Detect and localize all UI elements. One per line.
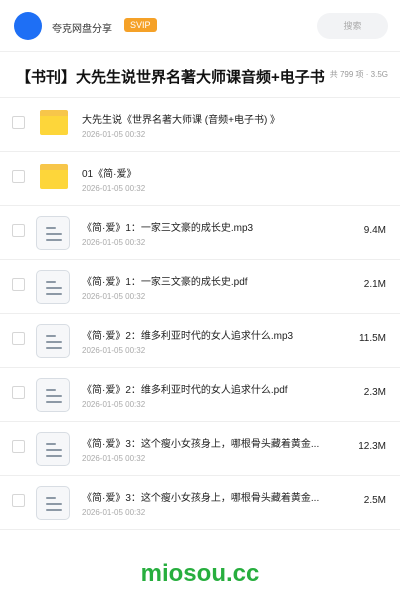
top-bar: 夸克网盘分享 SVIP 搜索 — [0, 0, 400, 52]
share-title-bar: 【书刊】大先生说世界名著大师课音频+电子书 共 799 项 · 3.5G — [0, 52, 400, 98]
item-size: 2.3M — [363, 387, 386, 398]
item-name[interactable]: 《简·爱》2：维多利亚时代的女人追求什么.mp3 — [82, 327, 352, 342]
file-row[interactable]: 《简·爱》3：这个瘦小女孩身上，哪根骨头藏着黄金... 2026-01-05 00… — [0, 422, 400, 476]
item-date: 2026-01-05 00:32 — [82, 184, 146, 193]
document-icon — [36, 432, 70, 466]
document-icon — [36, 324, 70, 358]
file-row[interactable]: 《简·爱》1：一家三文豪的成长史.pdf 2026-01-05 00:32 2.1M — [0, 260, 400, 314]
item-name[interactable]: 大先生说《世界名著大师课 (音频+电子书) 》 — [82, 111, 352, 126]
item-date: 2026-01-05 00:32 — [82, 130, 146, 139]
item-date: 2026-01-05 00:32 — [82, 346, 146, 355]
item-date: 2026-01-05 00:32 — [82, 238, 146, 247]
item-date: 2026-01-05 00:32 — [82, 508, 146, 517]
select-checkbox[interactable] — [12, 494, 25, 507]
app-name: 夸克网盘分享 — [52, 24, 112, 35]
document-icon — [36, 270, 70, 304]
select-checkbox[interactable] — [12, 116, 25, 129]
item-size: 2.5M — [363, 495, 386, 506]
avatar[interactable] — [14, 12, 42, 40]
select-checkbox[interactable] — [12, 386, 25, 399]
item-date: 2026-01-05 00:32 — [82, 454, 146, 463]
item-date: 2026-01-05 00:32 — [82, 292, 146, 301]
select-checkbox[interactable] — [12, 332, 25, 345]
item-name[interactable]: 《简·爱》1：一家三文豪的成长史.pdf — [82, 273, 352, 288]
item-size: 9.4M — [363, 225, 386, 236]
share-title: 【书刊】大先生说世界名著大师课音频+电子书 — [16, 69, 325, 86]
document-icon — [36, 486, 70, 520]
item-name[interactable]: 《简·爱》3：这个瘦小女孩身上，哪根骨头藏着黄金... — [82, 489, 352, 504]
svip-badge: SVIP — [124, 18, 157, 32]
folder-row[interactable]: 01《简·爱》 2026-01-05 00:32 — [0, 152, 400, 206]
item-name[interactable]: 01《简·爱》 — [82, 165, 352, 180]
file-row[interactable]: 《简·爱》1：一家三文豪的成长史.mp3 2026-01-05 00:32 9.4M — [0, 206, 400, 260]
select-checkbox[interactable] — [12, 224, 25, 237]
folder-icon — [40, 110, 68, 135]
file-row[interactable]: 《简·爱》3：这个瘦小女孩身上，哪根骨头藏着黄金... 2026-01-05 00… — [0, 476, 400, 530]
search-input[interactable]: 搜索 — [317, 13, 388, 39]
item-name[interactable]: 《简·爱》1：一家三文豪的成长史.mp3 — [82, 219, 352, 234]
watermark: miosou.cc — [140, 560, 260, 587]
item-size: 2.1M — [363, 279, 386, 290]
file-row[interactable]: 《简·爱》2：维多利亚时代的女人追求什么.pdf 2026-01-05 00:32… — [0, 368, 400, 422]
select-checkbox[interactable] — [12, 278, 25, 291]
select-checkbox[interactable] — [12, 440, 25, 453]
folder-icon — [40, 164, 68, 189]
item-date: 2026-01-05 00:32 — [82, 400, 146, 409]
select-checkbox[interactable] — [12, 170, 25, 183]
item-size: 11.5M — [358, 333, 386, 344]
folder-row[interactable]: 大先生说《世界名著大师课 (音频+电子书) 》 2026-01-05 00:32 — [0, 98, 400, 152]
document-icon — [36, 216, 70, 250]
item-name[interactable]: 《简·爱》2：维多利亚时代的女人追求什么.pdf — [82, 381, 352, 396]
item-size: 12.3M — [358, 441, 386, 452]
document-icon — [36, 378, 70, 412]
file-row[interactable]: 《简·爱》2：维多利亚时代的女人追求什么.mp3 2026-01-05 00:32… — [0, 314, 400, 368]
share-meta: 共 799 项 · 3.5G — [329, 70, 388, 79]
item-name[interactable]: 《简·爱》3：这个瘦小女孩身上，哪根骨头藏着黄金... — [82, 435, 352, 450]
